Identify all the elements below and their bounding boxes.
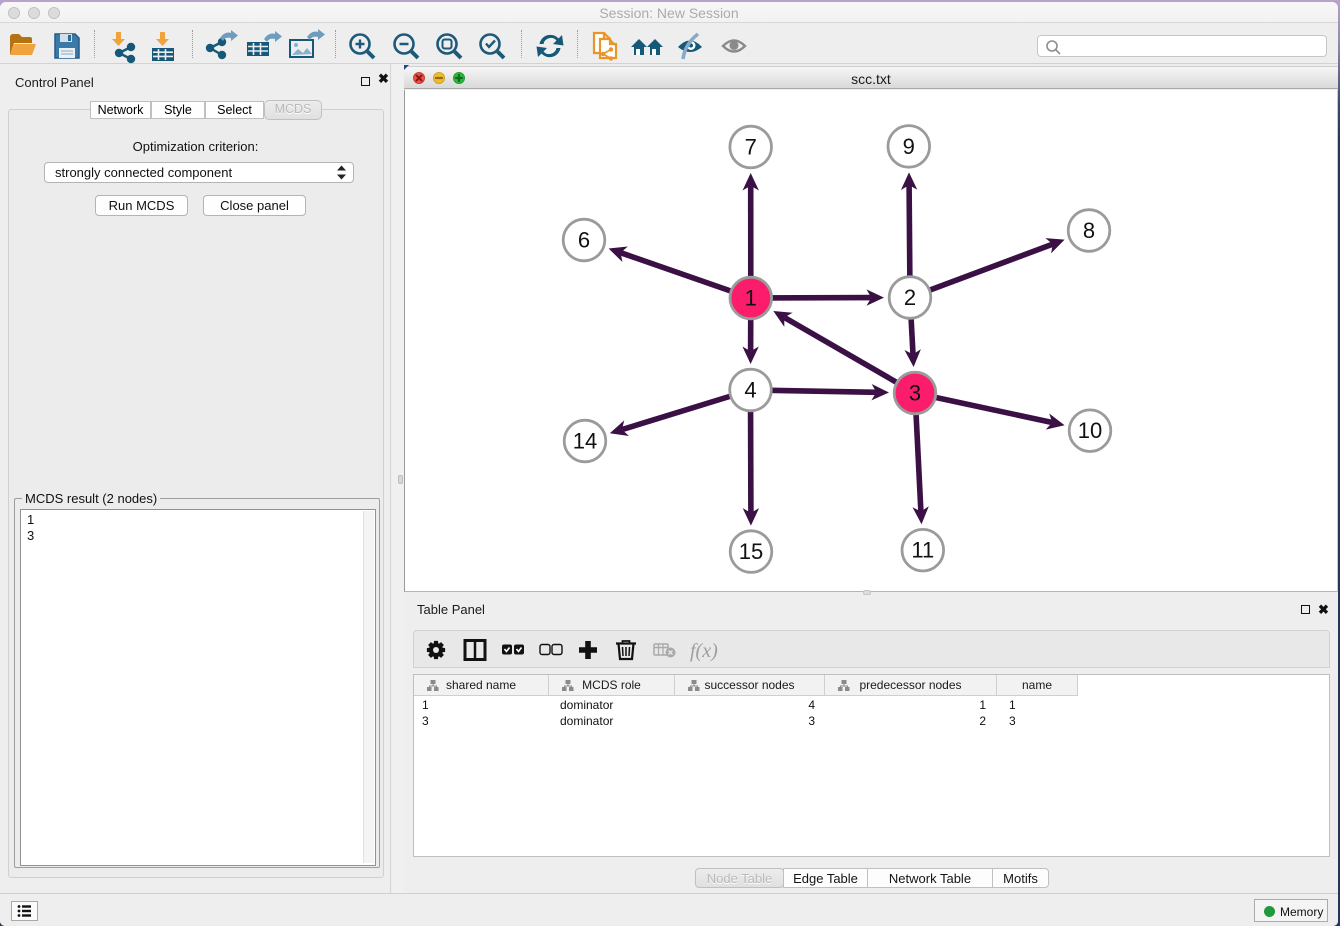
svg-text:7: 7 (745, 135, 757, 160)
svg-text:3: 3 (909, 381, 921, 406)
svg-text:6: 6 (578, 228, 590, 253)
svg-text:14: 14 (573, 429, 597, 454)
svg-text:4: 4 (744, 378, 756, 403)
svg-text:2: 2 (904, 285, 916, 310)
svg-text:8: 8 (1083, 218, 1095, 243)
svg-text:10: 10 (1078, 418, 1102, 443)
svg-text:9: 9 (903, 134, 915, 159)
svg-text:15: 15 (739, 539, 763, 564)
svg-text:f(x): f(x) (690, 640, 718, 662)
svg-text:11: 11 (911, 538, 934, 563)
svg-text:1: 1 (745, 286, 757, 311)
